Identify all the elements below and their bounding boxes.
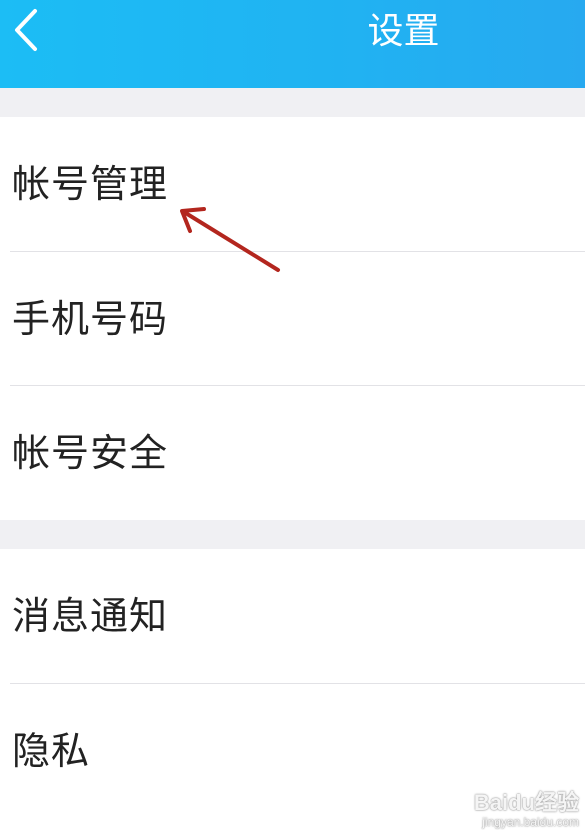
settings-group-account: 帐号管理 手机号码 帐号安全: [0, 117, 585, 520]
settings-item-account-security[interactable]: 帐号安全: [0, 386, 585, 520]
title-bar: 设置: [0, 0, 585, 88]
settings-group-notifications: 消息通知 隐私: [0, 549, 585, 830]
settings-item-label: 帐号管理: [12, 162, 169, 206]
settings-item-label: 隐私: [12, 729, 91, 773]
watermark: Baidu经验 jingyan.baidu.com: [473, 790, 579, 829]
page-title: 设置: [367, 11, 440, 52]
watermark-sub: jingyan.baidu.com: [482, 815, 579, 829]
settings-item-label: 帐号安全: [12, 431, 169, 475]
settings-item-label: 手机号码: [12, 297, 169, 341]
settings-item-account-management[interactable]: 帐号管理: [0, 117, 585, 251]
settings-item-phone-number[interactable]: 手机号码: [0, 252, 585, 386]
watermark-text: Baidu经验: [473, 790, 579, 815]
settings-item-message-notifications[interactable]: 消息通知: [0, 549, 585, 683]
settings-item-label: 消息通知: [12, 594, 169, 638]
